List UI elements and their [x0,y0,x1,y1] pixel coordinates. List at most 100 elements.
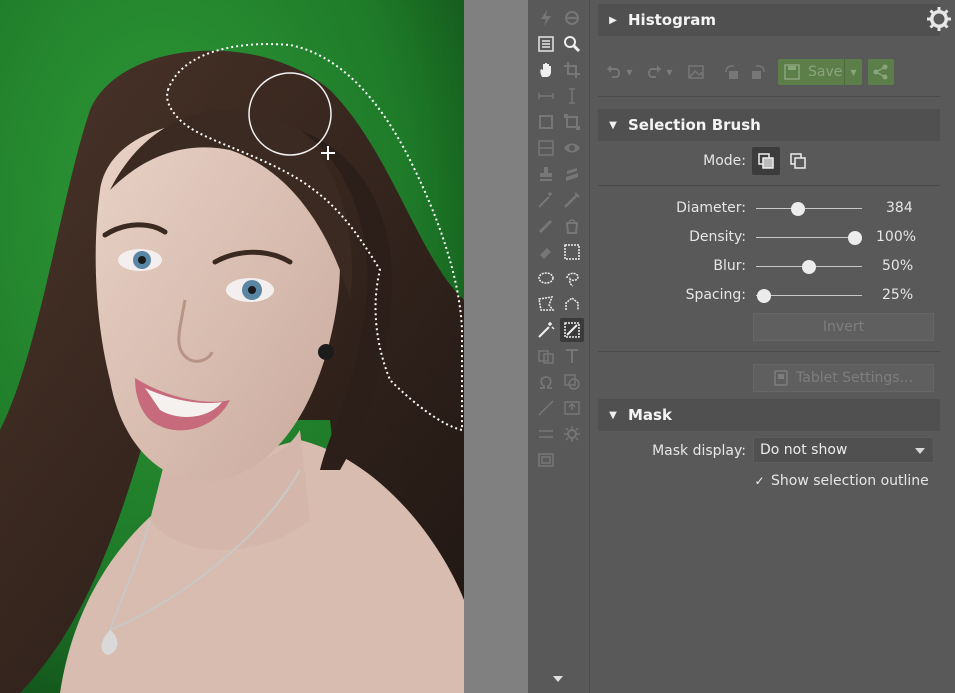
settings-small-icon[interactable] [560,422,584,446]
portrait-photo [0,0,464,693]
floppy-icon [784,64,800,80]
magic-wand-icon[interactable] [534,318,558,342]
canvas-gutter [464,0,528,693]
wand-icon[interactable] [534,188,558,212]
clone-layer-icon[interactable] [534,344,558,368]
mode-subtract-icon [790,153,806,169]
scroll-down-icon[interactable] [550,676,566,690]
spacing-value: 25% [882,287,914,303]
mode-add-button[interactable] [752,147,780,175]
layer-icon[interactable] [560,162,584,186]
gear-icon[interactable] [926,6,952,32]
slider-track [756,237,862,238]
undo-button[interactable]: ▼ [602,60,636,84]
selection-brush-title: Selection Brush [628,116,761,134]
omega-icon[interactable] [534,370,558,394]
invert-button[interactable]: Invert [753,313,934,341]
rotate-left-button[interactable] [720,60,744,84]
undo-icon [607,65,621,78]
rectangle-tool-icon[interactable] [534,110,558,134]
mask-display-label: Mask display: [652,443,746,459]
selection-brush-icon[interactable] [560,318,584,342]
histogram-header[interactable]: ▶ Histogram [598,4,940,36]
text-icon[interactable] [560,344,584,368]
density-value: 100% [876,229,917,245]
slider-thumb[interactable] [847,231,862,245]
lasso-icon[interactable] [560,266,584,290]
save-button[interactable]: Save ▼ [778,59,862,85]
pencil-icon[interactable] [534,214,558,238]
slider-track [756,295,862,296]
gradient-icon[interactable] [534,136,558,160]
tool-column [528,0,590,693]
hand-icon[interactable] [534,58,558,82]
share-button[interactable] [868,59,894,85]
horizontal-resize-icon[interactable] [534,84,558,108]
show-selection-outline-checkbox[interactable]: ✓ Show selection outline [753,473,929,489]
edit-toolbar: ▼ ▼ Save ▼ [598,56,940,88]
ellipse-select-icon[interactable] [534,266,558,290]
mask-display-select[interactable]: Do not show [753,437,934,463]
image-icon [688,65,704,79]
align-icon[interactable] [534,422,558,446]
diameter-value: 384 [886,200,913,216]
mode-label: Mode: [703,153,746,169]
blur-slider[interactable] [756,260,862,274]
selection-brush-header[interactable]: ▼ Selection Brush [598,109,940,141]
transform-icon[interactable] [560,110,584,134]
tablet-icon [774,370,788,386]
image-history-button[interactable] [684,60,708,84]
density-slider[interactable] [756,231,862,245]
slider-track [756,208,862,209]
bucket-icon[interactable] [560,214,584,238]
dropdown-arrow-icon [915,448,925,454]
photo-canvas[interactable] [0,0,464,693]
brush-icon[interactable] [560,188,584,212]
blur-label: Blur: [713,258,746,274]
slider-thumb[interactable] [791,202,806,216]
tablet-settings-button[interactable]: Tablet Settings... [753,364,934,392]
slider-thumb[interactable] [802,260,816,274]
vertical-resize-icon[interactable] [560,84,584,108]
histogram-grid-icon[interactable] [534,32,558,56]
show-selection-outline-label: Show selection outline [771,473,929,489]
frame-icon[interactable] [534,448,558,472]
image-insert-icon[interactable] [560,396,584,420]
spacing-label: Spacing: [685,287,746,303]
slider-thumb[interactable] [757,289,772,303]
redo-icon [648,65,662,78]
auto-fix-icon[interactable] [560,6,584,30]
redo-button[interactable]: ▼ [642,60,676,84]
rotate-left-icon [725,65,738,79]
blur-value: 50% [882,258,914,274]
spacing-slider[interactable] [756,289,862,303]
eraser-icon[interactable] [534,240,558,264]
crop-icon[interactable] [560,58,584,82]
density-label: Density: [689,229,746,245]
rotate-right-button[interactable] [746,60,770,84]
tablet-settings-label: Tablet Settings... [796,370,913,386]
mode-subtract-button[interactable] [784,147,812,175]
eye-icon[interactable] [560,136,584,160]
mask-display-value: Do not show [760,442,848,458]
collapse-triangle-icon: ▼ [609,119,617,131]
line-icon[interactable] [534,396,558,420]
side-panel: ▶ Histogram ▼ ▼ Save ▼ ▼ Selection Brush… [590,0,955,693]
save-dropdown-icon[interactable]: ▼ [844,59,862,85]
stamp-icon[interactable] [534,162,558,186]
zoom-icon[interactable] [560,32,584,56]
diameter-slider[interactable] [756,202,862,216]
mask-header[interactable]: ▼ Mask [598,399,940,431]
histogram-title: Histogram [628,11,716,29]
lightning-icon[interactable] [534,6,558,30]
magnetic-lasso-icon[interactable] [560,292,584,316]
share-icon [873,64,888,80]
checkmark-icon: ✓ [754,474,765,488]
divider [598,185,940,186]
polygon-lasso-icon[interactable] [534,292,558,316]
rect-select-icon[interactable] [560,240,584,264]
mode-add-icon [758,153,774,169]
shape-icon[interactable] [560,370,584,394]
diameter-label: Diameter: [676,200,746,216]
mask-title: Mask [628,406,672,424]
